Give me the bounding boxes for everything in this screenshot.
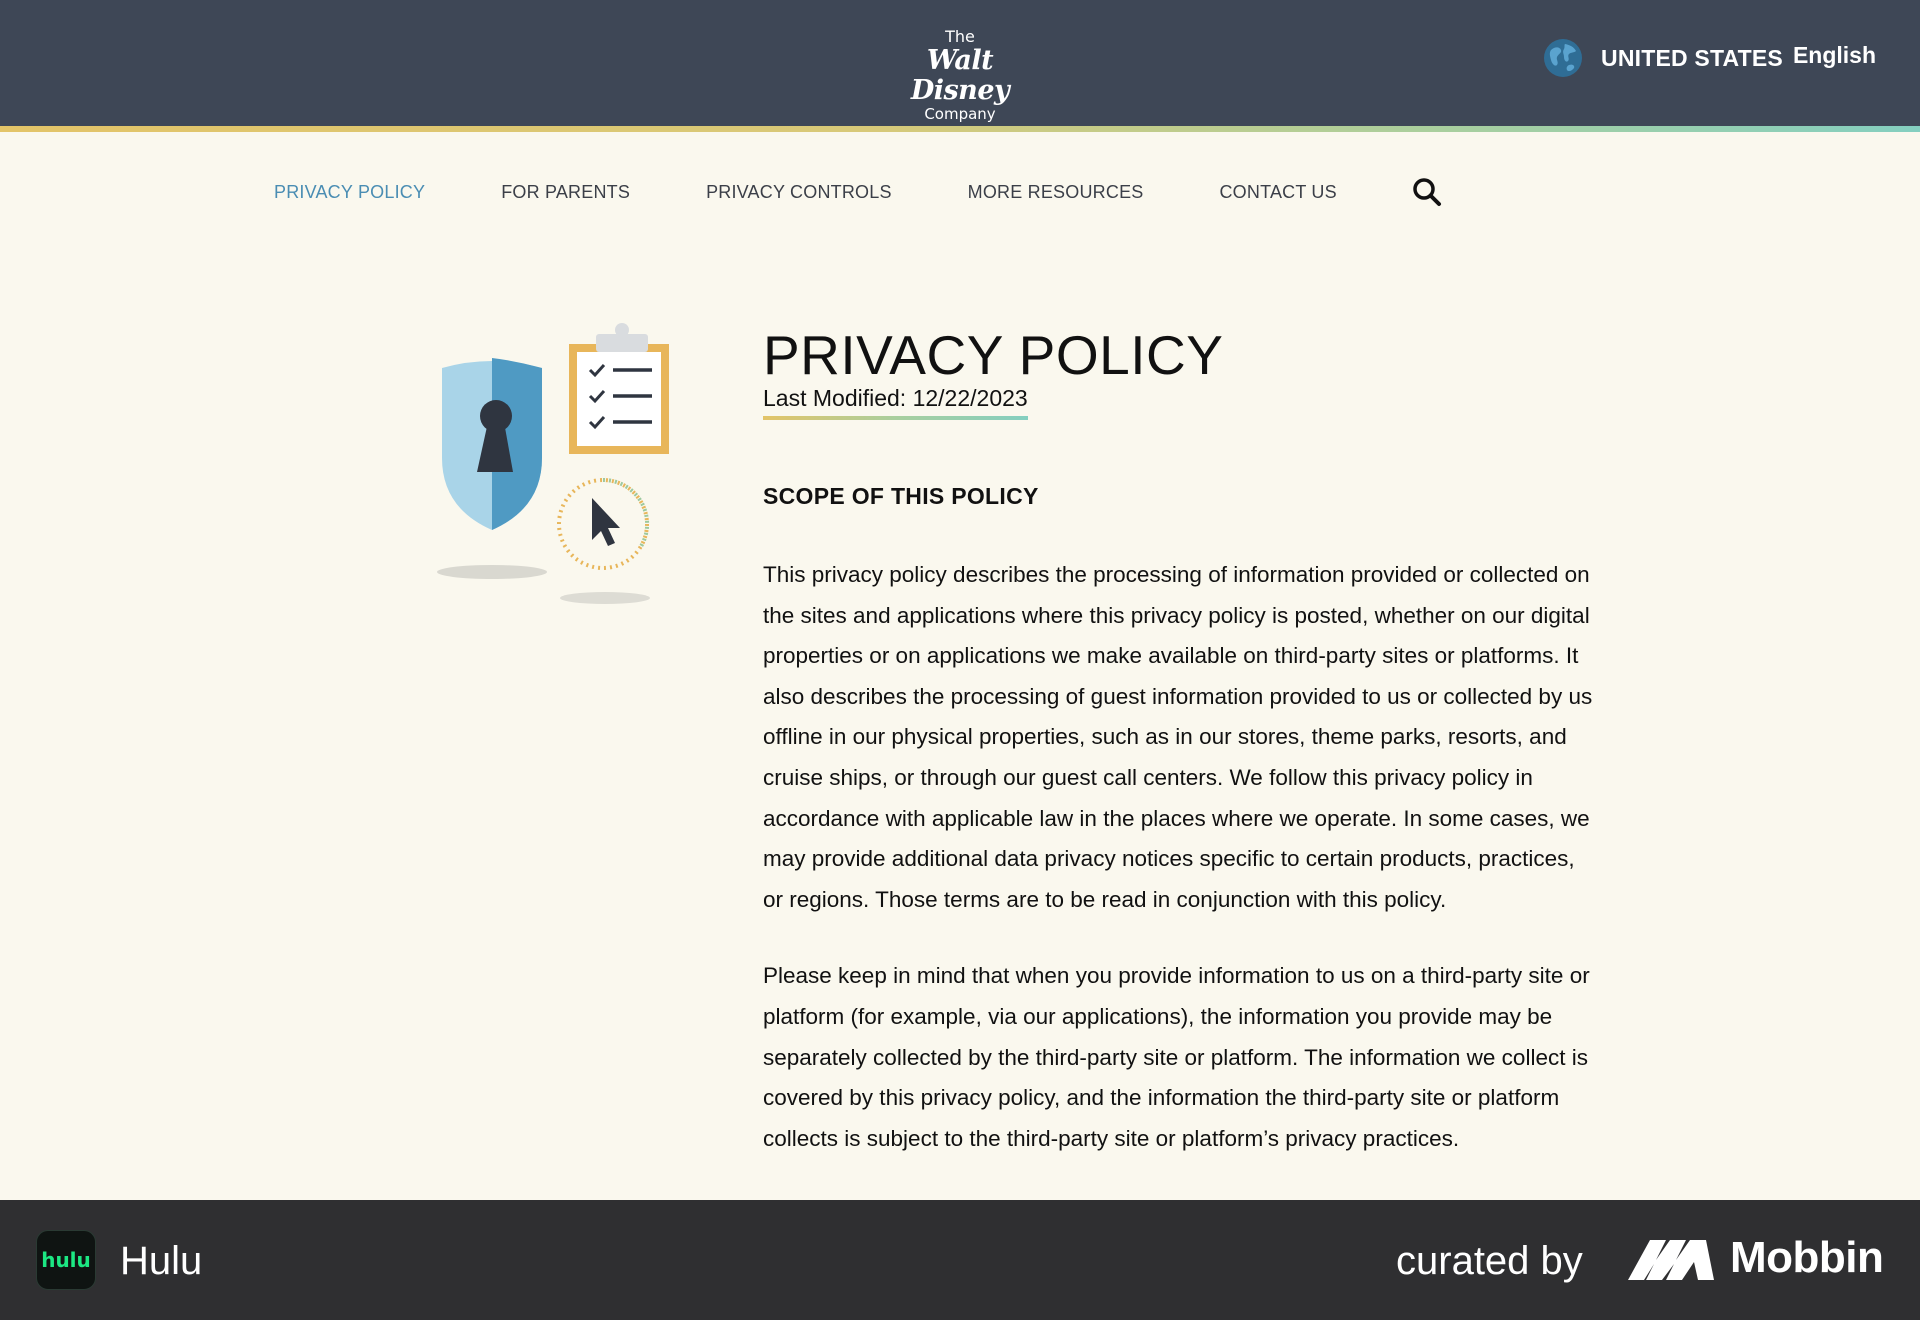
region-selector[interactable]: UNITED STATES English xyxy=(1543,36,1876,80)
privacy-illustration xyxy=(437,323,669,604)
app-name: Hulu xyxy=(120,1239,203,1283)
globe-icon xyxy=(1544,39,1583,77)
mobbin-logo-icon xyxy=(1628,1240,1714,1280)
main-nav: PRIVACY POLICY FOR PARENTS PRIVACY CONTR… xyxy=(274,170,1443,214)
nav-privacy-controls[interactable]: PRIVACY CONTROLS xyxy=(706,182,892,203)
logo-line-the: The xyxy=(945,27,975,46)
page-title: PRIVACY POLICY xyxy=(763,324,1224,386)
mobbin-brand: Mobbin xyxy=(1730,1233,1884,1282)
cursor-icon xyxy=(557,477,650,570)
section-heading-scope: SCOPE OF THIS POLICY xyxy=(763,483,1039,509)
nav-more-resources[interactable]: MORE RESOURCES xyxy=(968,182,1144,203)
search-icon[interactable] xyxy=(1411,176,1443,208)
logo-line-company: Company xyxy=(924,105,996,123)
region-language[interactable]: English xyxy=(1793,42,1876,69)
nav-for-parents[interactable]: FOR PARENTS xyxy=(501,182,630,203)
region-country: UNITED STATES xyxy=(1601,44,1783,71)
shield-shadow xyxy=(437,565,547,579)
shield-keyhole-icon xyxy=(442,358,542,530)
hulu-app-icon-text: hulu xyxy=(41,1248,91,1272)
attribution-bar: hulu Hulu curated by Mobbin xyxy=(0,1200,1920,1320)
policy-paragraph: Please keep in mind that when you provid… xyxy=(763,963,1590,1151)
cursor-shadow xyxy=(560,592,650,604)
last-modified-date: Last Modified: 12/22/2023 xyxy=(763,384,1028,420)
policy-content: PRIVACY POLICY Last Modified: 12/22/2023… xyxy=(763,322,1593,1159)
site-header: The Walt Disney Company UNITED STATES En… xyxy=(0,0,1920,126)
clipboard-checklist-icon xyxy=(569,323,669,454)
nav-privacy-policy[interactable]: PRIVACY POLICY xyxy=(274,182,425,203)
policy-paragraph: This privacy policy describes the proces… xyxy=(763,562,1593,912)
header-accent-stripe xyxy=(0,126,1920,132)
hulu-app-icon: hulu xyxy=(36,1230,96,1290)
walt-disney-company-logo[interactable]: The Walt Disney Company xyxy=(890,27,1030,123)
curated-by-label: curated by xyxy=(1396,1239,1583,1283)
nav-contact-us[interactable]: CONTACT US xyxy=(1219,182,1336,203)
logo-line-walt-disney: Walt Disney xyxy=(910,45,1010,106)
